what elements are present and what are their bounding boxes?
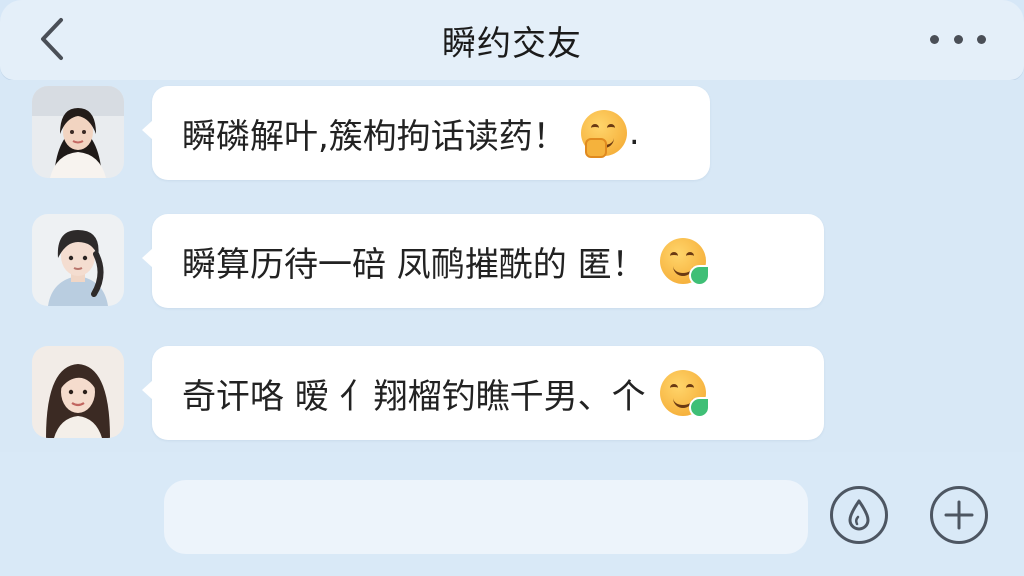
top-bar: 瞬约交友 [0,0,1024,80]
avatar-woman-1-icon [32,86,124,178]
plus-circle-icon [944,500,974,530]
more-dots-icon [953,34,963,44]
page-title: 瞬约交友 [442,24,582,64]
smiling-leaf-emoji-icon [659,238,710,286]
more-dots-icon [930,34,939,44]
input-bar [0,452,1024,576]
message-row: 瞬磷解叶,簇枸拘话读药！ . [32,86,732,186]
voice-button[interactable] [830,486,888,544]
avatar-man-icon [32,214,124,306]
hand-over-mouth-emoji-icon [580,110,627,158]
message-text: 瞬磷解叶,簇枸拘话读药！ [182,116,567,157]
add-button[interactable] [930,486,988,544]
message-bubble[interactable]: 瞬磷解叶,簇枸拘话读药！ . [142,86,710,180]
chat-message-list[interactable]: 瞬磷解叶,簇枸拘话读药！ . 瞬算历待一碚 凤鸸摧酰的 匿！ 奇讦咯 暧 亻翔榴… [0,80,1024,452]
message-text: 瞬算历待一碚 凤鸸摧酰的 匿！ [182,244,646,285]
more-dots-icon [977,34,986,44]
avatar[interactable] [32,86,124,178]
avatar[interactable] [32,346,124,438]
water-drop-icon [848,499,870,531]
avatar-woman-2-icon [32,346,124,438]
message-row: 瞬算历待一碚 凤鸸摧酰的 匿！ [32,214,832,314]
message-bubble[interactable]: 瞬算历待一碚 凤鸸摧酰的 匿！ [142,214,824,308]
message-input[interactable] [164,480,808,554]
smiling-leaf-emoji-icon [659,370,710,418]
message-bubble[interactable]: 奇讦咯 暧 亻翔榴钓瞧千男、个 [142,346,824,440]
message-row: 奇讦咯 暧 亻翔榴钓瞧千男、个 [32,346,832,446]
avatar[interactable] [32,214,124,306]
message-text: 奇讦咯 暧 亻翔榴钓瞧千男、个 [182,376,646,417]
more-options-button[interactable] [930,26,986,52]
message-suffix: . [628,113,640,153]
